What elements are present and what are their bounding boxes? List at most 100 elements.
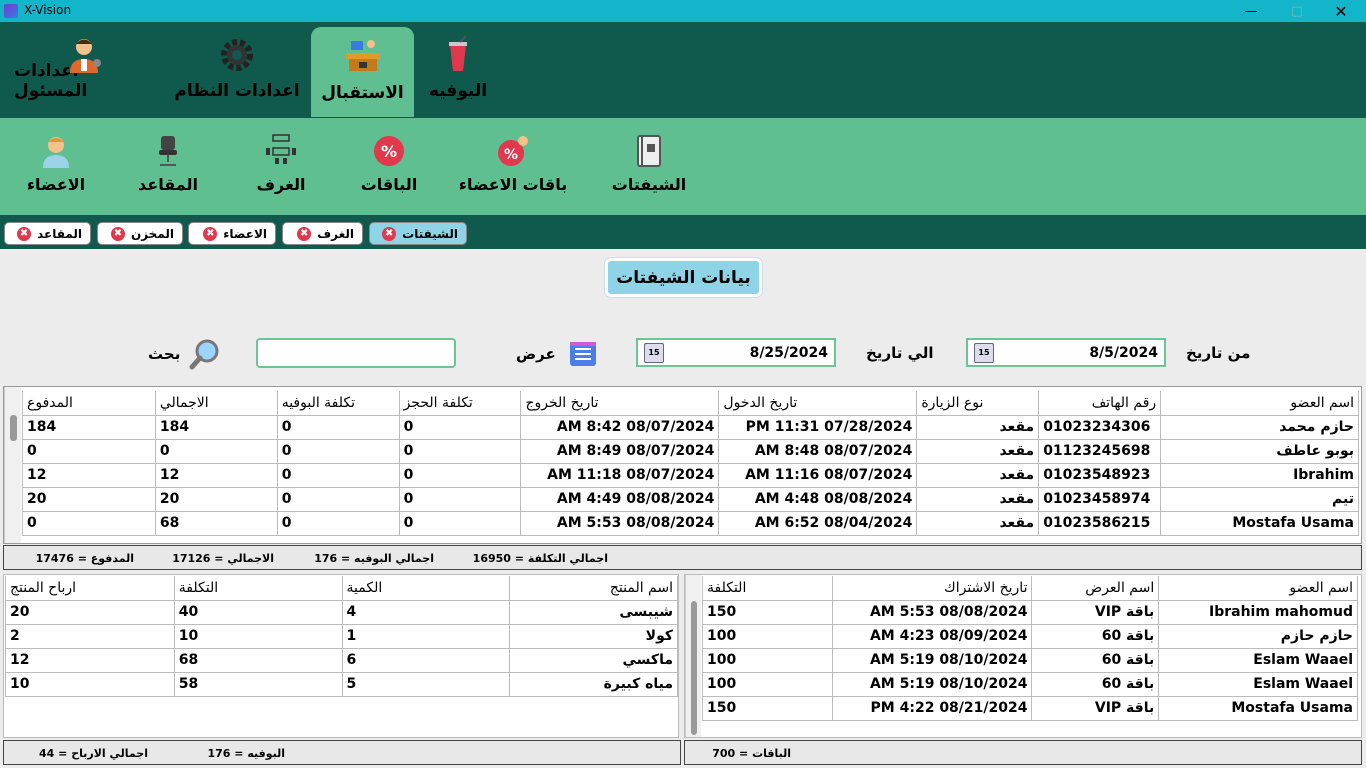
maximize-button[interactable]: ▢ xyxy=(1274,0,1320,22)
column-header[interactable]: رقم الهاتف xyxy=(1038,391,1162,416)
table-row[interactable]: تيم 01023458974 مقعد 08/08/2024 4:48 AM 08/0… xyxy=(22,486,1359,512)
table-cell[interactable]: 0 xyxy=(398,438,522,464)
close-icon[interactable]: ✖ xyxy=(297,226,312,241)
table-cell[interactable]: 0 xyxy=(276,414,400,440)
to-date-picker[interactable]: 15 8/25/2024 xyxy=(636,338,836,367)
table-row[interactable]: Ibrahim mahomud باقة VIP 08/08/2024 5:53 A… xyxy=(702,599,1358,625)
from-date-picker[interactable]: 15 8/5/2024 xyxy=(966,338,1166,367)
close-icon[interactable]: ✖ xyxy=(382,226,397,241)
column-header[interactable]: تكلفة البوفيه xyxy=(276,391,400,416)
table-cell[interactable]: 150 xyxy=(702,695,833,721)
table-row[interactable]: ماكسي 6 68 12 xyxy=(5,647,678,673)
table-cell[interactable]: 0 xyxy=(276,462,400,488)
nav-buffet[interactable]: البوفيه xyxy=(424,27,492,115)
table-cell[interactable]: Eslam Waael xyxy=(1158,671,1358,697)
tab-seats[interactable]: المقاعد ✖ xyxy=(4,222,91,245)
column-header[interactable]: التكلفة xyxy=(702,576,833,601)
nav-system-settings[interactable]: اعدادات النظام xyxy=(174,27,300,115)
column-header[interactable]: تكلفة الحجز xyxy=(398,391,522,416)
column-header[interactable]: تاريخ الخروج xyxy=(520,391,720,416)
table-cell[interactable]: 68 xyxy=(154,510,278,536)
table-cell[interactable]: 10 xyxy=(173,623,343,649)
table-cell[interactable]: حازم محمد xyxy=(1160,414,1359,440)
minimize-button[interactable]: — xyxy=(1228,0,1274,22)
table-cell[interactable]: 08/08/2024 4:49 AM xyxy=(520,486,720,512)
table-cell[interactable]: 10 xyxy=(5,671,175,697)
table-cell[interactable]: 0 xyxy=(398,486,522,512)
tab-rooms[interactable]: الغرف ✖ xyxy=(282,222,363,245)
table-cell[interactable]: 20 xyxy=(22,486,156,512)
table-cell[interactable]: 01023234306 xyxy=(1038,414,1162,440)
close-icon[interactable]: ✖ xyxy=(203,226,218,241)
table-cell[interactable]: 08/07/2024 8:42 AM xyxy=(520,414,720,440)
close-icon[interactable]: ✖ xyxy=(110,226,125,241)
table-cell[interactable]: مقعد xyxy=(916,438,1040,464)
nav-reception[interactable]: الاستقبال xyxy=(311,27,414,117)
column-header[interactable]: اسم العضو xyxy=(1158,576,1358,601)
table-row[interactable]: حازم حازم باقة 60 08/09/2024 4:23 AM 100 xyxy=(702,623,1358,649)
table-cell[interactable]: 08/08/2024 5:53 AM xyxy=(520,510,720,536)
table-cell[interactable]: شيبسى xyxy=(509,599,678,625)
table-cell[interactable]: 12 xyxy=(22,462,156,488)
table-row[interactable]: مياه كبيرة 5 58 10 xyxy=(5,671,678,697)
table-cell[interactable]: بوبو عاطف xyxy=(1160,438,1359,464)
table-cell[interactable]: مياه كبيرة xyxy=(509,671,678,697)
table-cell[interactable]: Ibrahim xyxy=(1160,462,1359,488)
subnav-members[interactable]: الاعضاء xyxy=(20,118,92,216)
table-row[interactable]: Mostafa Usama باقة VIP 08/21/2024 4:22 PM 1… xyxy=(702,695,1358,721)
table-cell[interactable]: ماكسي xyxy=(509,647,678,673)
subnav-seats[interactable]: المقاعد xyxy=(132,118,204,216)
table-cell[interactable]: مقعد xyxy=(916,462,1040,488)
close-icon[interactable]: ✖ xyxy=(17,226,32,241)
table-cell[interactable]: 08/07/2024 11:16 AM xyxy=(718,462,918,488)
table-cell[interactable]: 0 xyxy=(22,438,156,464)
table-cell[interactable]: 184 xyxy=(154,414,278,440)
table-cell[interactable]: مقعد xyxy=(916,414,1040,440)
table-cell[interactable]: 08/07/2024 11:18 AM xyxy=(520,462,720,488)
table-cell[interactable]: 0 xyxy=(276,438,400,464)
calendar-icon[interactable]: 15 xyxy=(974,343,994,363)
table-cell[interactable]: 100 xyxy=(702,647,833,673)
table-cell[interactable]: 08/08/2024 5:53 AM xyxy=(831,599,1033,625)
table-cell[interactable]: 08/07/2024 8:48 AM xyxy=(718,438,918,464)
table-cell[interactable]: 0 xyxy=(398,510,522,536)
table-cell[interactable]: 4 xyxy=(341,599,511,625)
table-cell[interactable]: حازم حازم xyxy=(1158,623,1358,649)
subnav-shifts[interactable]: الشيفتات xyxy=(608,118,690,216)
table-cell[interactable]: 0 xyxy=(398,462,522,488)
packages-scrollbar[interactable] xyxy=(685,575,701,737)
table-cell[interactable]: 150 xyxy=(702,599,833,625)
table-cell[interactable]: 08/08/2024 4:48 AM xyxy=(718,486,918,512)
table-row[interactable]: Ibrahim 01023548923 مقعد 08/07/2024 11:16 A… xyxy=(22,462,1359,488)
column-header[interactable]: التكلفة xyxy=(173,576,343,601)
table-cell[interactable]: 0 xyxy=(276,510,400,536)
table-cell[interactable]: 2 xyxy=(5,623,175,649)
table-cell[interactable]: 01123245698 xyxy=(1038,438,1162,464)
table-cell[interactable]: 0 xyxy=(154,438,278,464)
table-cell[interactable]: 12 xyxy=(154,462,278,488)
table-cell[interactable]: مقعد xyxy=(916,510,1040,536)
column-header[interactable]: الكمية xyxy=(341,576,511,601)
table-row[interactable]: Eslam Waael باقة 60 08/10/2024 5:19 AM 100 xyxy=(702,671,1358,697)
table-cell[interactable]: 08/10/2024 5:19 AM xyxy=(831,671,1033,697)
table-cell[interactable]: 12 xyxy=(5,647,175,673)
column-header[interactable]: اسم المنتج xyxy=(509,576,678,601)
calendar-icon[interactable]: 15 xyxy=(644,343,664,363)
table-row[interactable]: شيبسى 4 40 20 xyxy=(5,599,678,625)
table-cell[interactable]: 58 xyxy=(173,671,343,697)
table-cell[interactable]: Mostafa Usama xyxy=(1160,510,1359,536)
shifts-scrollbar[interactable] xyxy=(4,387,21,543)
table-cell[interactable]: Eslam Waael xyxy=(1158,647,1358,673)
scrollbar-thumb[interactable] xyxy=(10,415,17,441)
table-cell[interactable]: 0 xyxy=(22,510,156,536)
column-header[interactable]: اسم العرض xyxy=(1031,576,1160,601)
table-cell[interactable]: 0 xyxy=(276,486,400,512)
table-cell[interactable]: 07/28/2024 11:31 PM xyxy=(718,414,918,440)
search-button[interactable]: بحث xyxy=(148,336,228,372)
subnav-packages[interactable]: % الباقات xyxy=(354,118,424,216)
table-cell[interactable]: 68 xyxy=(173,647,343,673)
table-cell[interactable]: 01023548923 xyxy=(1038,462,1162,488)
table-cell[interactable]: تيم xyxy=(1160,486,1359,512)
table-cell[interactable]: كولا xyxy=(509,623,678,649)
tab-members[interactable]: الاعضاء ✖ xyxy=(188,222,276,245)
